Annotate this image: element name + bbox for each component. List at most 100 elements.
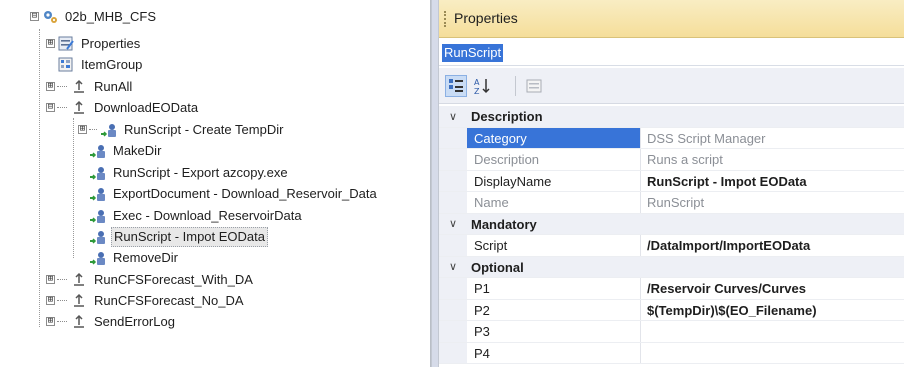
properties-icon xyxy=(57,35,75,53)
task-step-icon xyxy=(70,292,88,310)
category-label: Optional xyxy=(467,256,904,277)
script-node-icon xyxy=(89,228,107,246)
property-value[interactable]: /DataImport/ImportEOData xyxy=(641,235,904,256)
property-row-name[interactable]: Name RunScript xyxy=(439,192,904,214)
tree-node-label: MakeDir xyxy=(113,143,162,158)
property-row-p3[interactable]: P3 xyxy=(439,321,904,343)
property-row-category[interactable]: Category DSS Script Manager xyxy=(439,127,904,149)
tree-node-removedir[interactable]: RemoveDir xyxy=(89,247,180,268)
property-name: Category xyxy=(467,127,641,148)
expand-toggle-icon[interactable]: ⊞ xyxy=(46,39,55,48)
tree-node-runcfsforecast-no-da[interactable]: ⊞ RunCFSForecast_No_DA xyxy=(46,290,246,311)
tree-node-runall[interactable]: ⊞ RunAll xyxy=(46,76,134,97)
tree-node-exec[interactable]: Exec - Download_ReservoirData xyxy=(89,205,304,226)
tree-node-root[interactable]: ⊟ 02b_MHB_CFS xyxy=(30,6,158,27)
property-name: P3 xyxy=(467,321,641,342)
tree-node-label-selected: RunScript - Impot EOData xyxy=(111,226,268,247)
property-value[interactable]: $(TempDir)\$(EO_Filename) xyxy=(641,300,904,321)
expand-toggle-icon[interactable]: ⊞ xyxy=(46,275,55,284)
collapse-toggle-icon[interactable]: ⊟ xyxy=(30,12,39,21)
tree-node-runscript-create-tempdir[interactable]: ⊞ RunScript - Create TempDir xyxy=(78,119,285,140)
property-row-p1[interactable]: P1 /Reservoir Curves/Curves xyxy=(439,278,904,300)
property-name: Script xyxy=(467,235,641,256)
tree-node-itemgroup[interactable]: ItemGroup xyxy=(46,54,144,75)
collapse-chevron-icon[interactable]: ∨ xyxy=(439,213,467,234)
tree-node-downloadeodata[interactable]: ⊟ DownloadEOData xyxy=(46,97,200,118)
properties-title: Properties xyxy=(454,10,518,26)
property-pages-icon xyxy=(526,79,542,93)
category-label: Description xyxy=(467,106,904,127)
script-node-icon xyxy=(100,121,118,139)
item-group-icon xyxy=(57,56,75,74)
tree-node-label: RemoveDir xyxy=(113,250,179,265)
category-mandatory[interactable]: ∨ Mandatory xyxy=(439,213,904,235)
property-pages-button[interactable] xyxy=(523,75,545,97)
tree-node-makedir[interactable]: MakeDir xyxy=(89,140,163,161)
tree-node-properties[interactable]: ⊞ Properties xyxy=(46,33,142,54)
categorized-view-button[interactable] xyxy=(445,75,467,97)
tree-node-label: DownloadEOData xyxy=(94,100,199,115)
property-value[interactable]: /Reservoir Curves/Curves xyxy=(641,278,904,299)
task-step-icon xyxy=(70,271,88,289)
tree-node-label: 02b_MHB_CFS xyxy=(65,9,157,24)
task-step-icon xyxy=(70,99,88,117)
property-value[interactable]: RunScript - Impot EOData xyxy=(641,171,904,192)
tree-node-label: Properties xyxy=(81,36,141,51)
property-value: RunScript xyxy=(647,195,705,210)
property-value: Runs a script xyxy=(647,152,723,167)
tree-node-label: RunScript - Create TempDir xyxy=(124,122,284,137)
tree-node-label: SendErrorLog xyxy=(94,314,175,329)
category-description[interactable]: ∨ Description xyxy=(439,106,904,128)
gear-tree-icon xyxy=(41,8,59,26)
tree-node-runcfsforecast-with-da[interactable]: ⊞ RunCFSForecast_With_DA xyxy=(46,269,255,290)
property-row-script[interactable]: Script /DataImport/ImportEOData xyxy=(439,235,904,257)
workflow-tree[interactable]: ⊟ 02b_MHB_CFS ⊞ Properties ItemGroup ⊞ R… xyxy=(0,0,431,367)
tree-node-exportdocument[interactable]: ExportDocument - Download_Reservoir_Data xyxy=(89,183,379,204)
task-step-icon xyxy=(70,78,88,96)
collapse-chevron-icon[interactable]: ∨ xyxy=(439,256,467,277)
property-row-p4[interactable]: P4 xyxy=(439,342,904,364)
alphabetical-sort-icon: AZ xyxy=(474,78,490,95)
property-name: P1 xyxy=(467,278,641,299)
expand-toggle-icon[interactable]: ⊞ xyxy=(46,82,55,91)
categorized-view-icon xyxy=(449,79,463,92)
category-optional[interactable]: ∨ Optional xyxy=(439,256,904,278)
alphabetical-sort-button[interactable]: AZ xyxy=(471,75,493,97)
expand-toggle-icon[interactable]: ⊞ xyxy=(78,125,87,134)
expand-toggle-icon[interactable]: ⊞ xyxy=(46,317,55,326)
property-name: Name xyxy=(467,192,641,213)
tree-node-label: RunCFSForecast_No_DA xyxy=(94,293,244,308)
property-name: Description xyxy=(467,149,641,170)
script-node-icon xyxy=(89,249,107,267)
property-name: DisplayName xyxy=(467,170,641,191)
selected-object-value: RunScript xyxy=(442,44,504,62)
tree-node-label: RunCFSForecast_With_DA xyxy=(94,272,253,287)
tree-node-label: ItemGroup xyxy=(81,57,143,72)
tree-node-runscript-impot-eodata[interactable]: RunScript - Impot EOData xyxy=(89,226,268,247)
expand-toggle-icon[interactable]: ⊞ xyxy=(46,296,55,305)
tree-node-label: ExportDocument - Download_Reservoir_Data xyxy=(113,186,377,201)
property-row-displayname[interactable]: DisplayName RunScript - Impot EOData xyxy=(439,170,904,192)
property-name: P4 xyxy=(467,342,641,363)
property-value[interactable] xyxy=(641,343,904,364)
tree-node-label: RunAll xyxy=(94,79,133,94)
tree-node-senderrorlog[interactable]: ⊞ SendErrorLog xyxy=(46,311,177,332)
properties-header: Properties xyxy=(439,0,904,38)
property-name: P2 xyxy=(467,299,641,320)
collapse-toggle-icon[interactable]: ⊟ xyxy=(46,103,55,112)
tree-node-label: RunScript - Export azcopy.exe xyxy=(113,165,288,180)
property-value[interactable] xyxy=(641,321,904,342)
drag-grip-icon[interactable] xyxy=(444,11,447,27)
script-node-icon xyxy=(89,142,107,160)
svg-text:Z: Z xyxy=(474,87,480,95)
property-row-p2[interactable]: P2 $(TempDir)\$(EO_Filename) xyxy=(439,299,904,321)
task-step-icon xyxy=(70,313,88,331)
svg-text:A: A xyxy=(474,78,480,87)
selected-object-combo[interactable]: RunScript xyxy=(439,40,904,66)
collapse-chevron-icon[interactable]: ∨ xyxy=(439,106,467,127)
property-value: DSS Script Manager xyxy=(647,130,766,146)
tree-node-label: Exec - Download_ReservoirData xyxy=(113,208,302,223)
property-row-description[interactable]: Description Runs a script xyxy=(439,149,904,171)
pane-splitter[interactable] xyxy=(431,0,439,367)
tree-node-runscript-export-azcopy[interactable]: RunScript - Export azcopy.exe xyxy=(89,162,290,183)
